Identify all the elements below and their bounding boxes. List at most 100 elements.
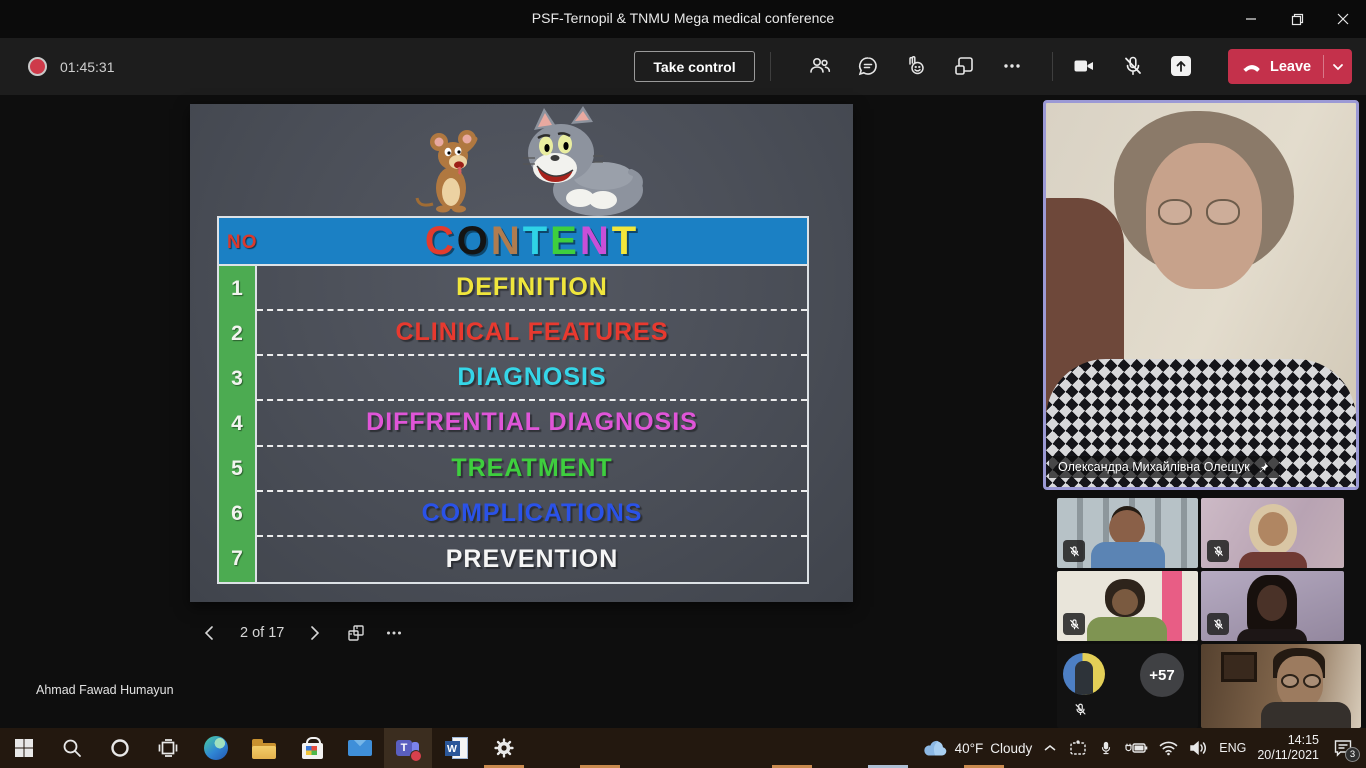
title-letter: N — [491, 219, 523, 263]
microphone-tray-icon[interactable] — [1099, 739, 1113, 757]
file-explorer-button[interactable] — [240, 728, 288, 768]
settings-button[interactable] — [480, 728, 528, 768]
pinned-speaker-video[interactable]: Олександра Михайлівна Олещук — [1043, 100, 1359, 490]
participants-button[interactable] — [800, 46, 840, 86]
close-button[interactable] — [1320, 0, 1366, 38]
mic-off-icon — [1212, 618, 1225, 631]
speaker-glasses — [1158, 199, 1192, 225]
next-slide-button[interactable] — [300, 619, 328, 647]
action-center-button[interactable]: 3 — [1330, 736, 1356, 760]
leave-options-button[interactable] — [1324, 49, 1352, 84]
battery-charging-icon[interactable] — [1124, 741, 1148, 755]
slide-grid-view-button[interactable] — [342, 619, 370, 647]
window-titlebar: PSF-Ternopil & TNMU Mega medical confere… — [0, 0, 1366, 38]
title-letter: T — [612, 219, 639, 263]
store-icon — [302, 743, 323, 759]
more-options-button[interactable] — [992, 46, 1032, 86]
no-column-header: NO — [227, 232, 258, 254]
table-row: 7 PREVENTION — [219, 537, 807, 582]
weather-temp: 40°F — [955, 741, 984, 756]
title-letter: E — [550, 219, 580, 263]
restore-button[interactable] — [1274, 0, 1320, 38]
participant-head — [1109, 510, 1145, 546]
share-screen-icon — [1168, 53, 1194, 79]
row-number: 3 — [219, 356, 257, 401]
camera-button[interactable] — [1064, 46, 1104, 86]
participant-video[interactable] — [1201, 644, 1361, 728]
cortana-icon — [109, 737, 131, 759]
camera-icon — [1072, 54, 1096, 78]
participant-glasses — [1281, 674, 1299, 688]
leave-button[interactable]: Leave — [1228, 49, 1323, 84]
mic-off-icon — [1068, 618, 1081, 631]
gear-icon — [493, 737, 515, 759]
share-screen-button[interactable] — [1161, 46, 1201, 86]
chevron-down-icon — [1331, 60, 1345, 74]
participant-video[interactable] — [1201, 498, 1344, 568]
mic-muted-badge — [1207, 540, 1229, 562]
weather-widget[interactable]: 40°F Cloudy — [922, 738, 1033, 758]
row-label: PREVENTION — [257, 537, 807, 582]
take-control-button[interactable]: Take control — [634, 51, 755, 82]
reactions-button[interactable] — [896, 46, 936, 86]
chat-icon — [856, 54, 880, 78]
previous-slide-button[interactable] — [196, 619, 224, 647]
participant-body — [1237, 629, 1307, 641]
participant-video[interactable] — [1057, 498, 1198, 568]
clock[interactable]: 14:15 20/11/2021 — [1257, 733, 1319, 763]
mail-button[interactable] — [336, 728, 384, 768]
participant-video[interactable] — [1057, 571, 1198, 641]
show-hidden-icons-chevron[interactable] — [1043, 742, 1057, 754]
wifi-icon[interactable] — [1159, 741, 1178, 756]
participant-face — [1112, 589, 1138, 615]
row-number: 2 — [219, 311, 257, 356]
avatar-person-silhouette — [1075, 661, 1093, 695]
participant-avatar-tile[interactable]: +57 — [1057, 644, 1198, 728]
search-button[interactable] — [48, 728, 96, 768]
teams-button-active[interactable]: T — [384, 728, 432, 768]
speaker-glasses — [1206, 199, 1240, 225]
participant-video[interactable] — [1201, 571, 1344, 641]
cortana-button[interactable] — [96, 728, 144, 768]
mic-muted-button[interactable] — [1113, 46, 1153, 86]
task-view-button[interactable] — [144, 728, 192, 768]
slide-more-options-button[interactable] — [380, 619, 408, 647]
leave-button-group: Leave — [1228, 49, 1352, 84]
word-button[interactable]: W — [432, 728, 480, 768]
presentation-slide: NO CONTENT 1 DEFINITION 2 CLINICAL FEATU… — [190, 104, 853, 602]
edge-icon — [204, 736, 228, 760]
system-tray: 40°F Cloudy ENG 14:15 20/11/2021 3 — [922, 728, 1366, 768]
chat-button[interactable] — [848, 46, 888, 86]
mail-icon — [348, 740, 372, 756]
edge-browser-button[interactable] — [192, 728, 240, 768]
toolbar-divider — [770, 52, 771, 81]
language-indicator[interactable]: ENG — [1219, 741, 1246, 755]
mic-muted-badge — [1063, 540, 1085, 562]
table-row: 3 DIAGNOSIS — [219, 356, 807, 401]
row-number: 7 — [219, 537, 257, 582]
table-row: 2 CLINICAL FEATURES — [219, 311, 807, 356]
breakout-rooms-button[interactable] — [944, 46, 984, 86]
overflow-participants-badge[interactable]: +57 — [1140, 653, 1184, 697]
chevron-left-icon — [202, 625, 218, 641]
mic-muted-badge — [1207, 613, 1229, 635]
notification-count-badge: 3 — [1345, 747, 1360, 762]
participant-body — [1091, 542, 1165, 568]
row-label: TREATMENT — [257, 447, 807, 492]
task-view-icon — [156, 736, 180, 760]
participants-video-panel: Олександра Михайлівна Олещук — [1040, 95, 1366, 728]
start-button[interactable] — [0, 728, 48, 768]
mic-off-icon — [1212, 545, 1225, 558]
teams-recording-badge — [410, 750, 422, 762]
participant-body — [1261, 702, 1351, 728]
slide-navigation: 2 of 17 — [196, 619, 408, 647]
volume-icon[interactable] — [1189, 740, 1208, 756]
mic-off-icon — [1073, 702, 1088, 717]
pinned-speaker-name-label: Олександра Михайлівна Олещук — [1049, 456, 1279, 478]
tray-date: 20/11/2021 — [1257, 748, 1319, 763]
content-table-body: 1 DEFINITION 2 CLINICAL FEATURES 3 DIAGN… — [219, 266, 807, 582]
meeting-tray-icon[interactable] — [1068, 739, 1088, 757]
mic-muted-badge — [1063, 613, 1085, 635]
microsoft-store-button[interactable] — [288, 728, 336, 768]
minimize-button[interactable] — [1228, 0, 1274, 38]
